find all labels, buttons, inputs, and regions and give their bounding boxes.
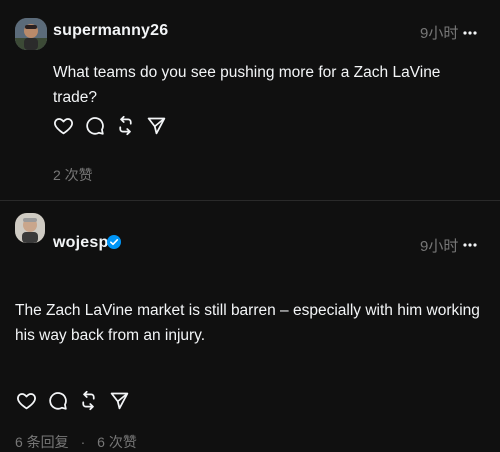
like-count[interactable]: 6 次赞 <box>97 434 137 450</box>
heart-icon[interactable] <box>52 114 74 136</box>
share-icon[interactable] <box>108 389 130 411</box>
avatar[interactable] <box>15 18 47 50</box>
post-text: What teams do you see pushing more for a… <box>53 64 441 106</box>
post-stats: 6 条回复 · 6 次赞 <box>15 432 145 452</box>
heart-icon[interactable] <box>15 389 37 411</box>
thread-post: supermanny26 9小时 What teams do you see p… <box>0 0 500 200</box>
repost-icon[interactable] <box>77 389 99 411</box>
post-text: The Zach LaVine market is still barren –… <box>15 302 480 344</box>
stats-separator: · <box>80 434 86 450</box>
share-icon[interactable] <box>145 114 167 136</box>
username[interactable]: supermanny26 <box>53 22 168 40</box>
more-icon[interactable] <box>462 25 478 41</box>
reply-count[interactable]: 6 条回复 <box>15 434 69 450</box>
timestamp: 9小时 <box>420 25 459 42</box>
repost-icon[interactable] <box>114 114 136 136</box>
timestamp: 9小时 <box>420 238 459 255</box>
like-count[interactable]: 2 次赞 <box>53 165 93 185</box>
post-divider <box>0 200 500 201</box>
verified-badge-icon <box>107 235 121 249</box>
action-bar <box>15 389 139 411</box>
action-bar <box>52 114 176 136</box>
avatar-image <box>15 18 47 50</box>
comment-icon[interactable] <box>83 114 105 136</box>
thread-post: wojespn 9小时 The Zach LaVine market is st… <box>0 205 500 450</box>
more-icon[interactable] <box>462 237 478 253</box>
avatar[interactable] <box>15 213 45 243</box>
comment-icon[interactable] <box>46 389 68 411</box>
avatar-image <box>15 213 45 243</box>
